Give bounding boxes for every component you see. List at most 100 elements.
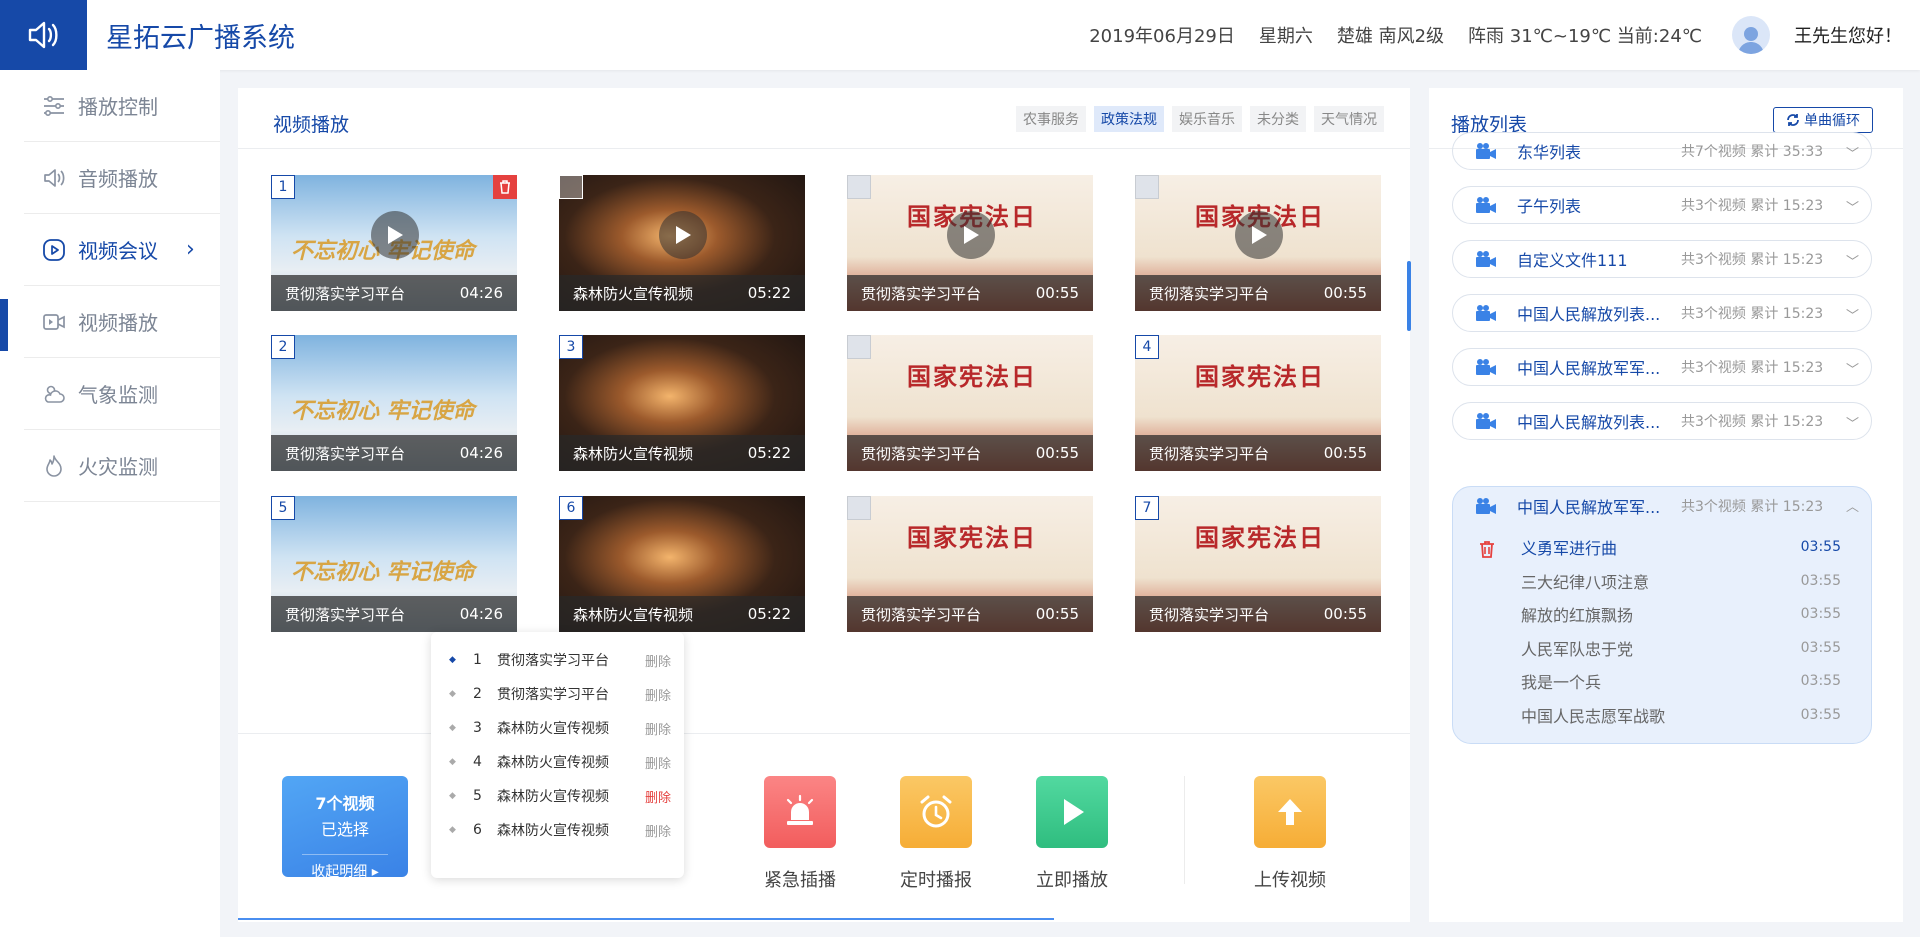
track-item[interactable]: 人民军队忠于党 03:55 — [1521, 633, 1841, 663]
tab-category-active[interactable]: 政策法规 — [1094, 106, 1164, 132]
select-checkbox[interactable] — [847, 175, 871, 199]
video-camera-icon — [1476, 498, 1496, 514]
chevron-down-icon[interactable]: ﹀ — [1846, 359, 1859, 378]
select-checkbox[interactable]: 1 — [271, 175, 295, 199]
delete-link[interactable]: 删除 — [645, 685, 671, 704]
speaker-icon — [44, 168, 65, 187]
delete-link[interactable]: 删除 — [645, 821, 671, 840]
select-checkbox[interactable]: 2 — [271, 335, 295, 359]
video-thumbnail[interactable]: 不忘初心 牢记使命 2 贯彻落实学习平台 04:26 — [271, 335, 517, 471]
track-item[interactable]: 中国人民志愿军战歌 03:55 — [1521, 700, 1841, 730]
user-greeting[interactable]: 王先生您好！ — [1794, 22, 1902, 48]
play-now-button[interactable]: 立即播放 — [1022, 776, 1122, 892]
video-thumbnail[interactable]: 森林防火宣传视频 05:22 — [559, 175, 805, 311]
weather-icon — [44, 385, 65, 403]
list-item[interactable]: ◆ 3 森林防火宣传视频 删除 — [449, 711, 671, 745]
list-item[interactable]: ◆ 1 贯彻落实学习平台 删除 — [449, 643, 671, 677]
video-thumbnail[interactable]: 国家宪法日 7 贯彻落实学习平台 00:55 — [1135, 496, 1381, 632]
track-item[interactable]: 解放的红旗飘扬 03:55 — [1521, 599, 1841, 629]
chevron-down-icon[interactable]: ﹀ — [1846, 197, 1859, 216]
video-thumbnail[interactable]: 不忘初心 牢记使命 5 贯彻落实学习平台 04:26 — [271, 496, 517, 632]
select-checkbox[interactable]: 5 — [271, 496, 295, 520]
video-thumbnail[interactable]: 国家宪法日贯彻落实学习平台00:55 — [847, 175, 1093, 311]
select-checkbox[interactable]: 4 — [1135, 335, 1159, 359]
video-thumbnail[interactable]: 3 森林防火宣传视频 05:22 — [559, 335, 805, 471]
video-thumbnail[interactable]: 国家宪法日贯彻落实学习平台00:55 — [847, 335, 1093, 471]
video-thumbnail[interactable]: 6 森林防火宣传视频 05:22 — [559, 496, 805, 632]
trash-icon[interactable] — [1477, 539, 1497, 559]
chevron-down-icon[interactable]: ﹀ — [1846, 251, 1859, 270]
select-checkbox[interactable] — [1135, 175, 1159, 199]
list-item[interactable]: ◆ 5 森林防火宣传视频 删除 — [449, 779, 671, 813]
playlist-item[interactable]: 中国人民解放列表... 共3个视频 累计 15:23 ﹀ — [1452, 402, 1872, 440]
play-overlay-icon[interactable] — [947, 211, 995, 259]
sidebar-item-video-playback[interactable]: 视频播放 — [24, 286, 220, 358]
row-index: 3 — [473, 720, 482, 736]
sort-handle-icon[interactable]: ◆ — [449, 791, 461, 801]
select-checkbox[interactable] — [559, 175, 583, 199]
chevron-up-icon[interactable]: ︿ — [1846, 496, 1859, 515]
list-item[interactable]: ◆ 4 森林防火宣传视频 删除 — [449, 745, 671, 779]
emergency-broadcast-button[interactable]: 紧急插播 — [750, 776, 850, 892]
play-icon — [1036, 776, 1108, 848]
list-item[interactable]: ◆ 6 森林防火宣传视频 删除 — [449, 813, 671, 847]
tab-category[interactable]: 未分类 — [1250, 106, 1306, 132]
select-checkbox[interactable]: 7 — [1135, 496, 1159, 520]
track-item[interactable]: 三大纪律八项注意 03:55 — [1521, 566, 1841, 596]
list-item[interactable]: ◆ 2 贯彻落实学习平台 删除 — [449, 677, 671, 711]
track-item[interactable]: 我是一个兵 03:55 — [1521, 666, 1841, 696]
sort-handle-icon[interactable]: ◆ — [449, 723, 461, 733]
delete-link[interactable]: 删除 — [645, 753, 671, 772]
select-checkbox[interactable] — [847, 335, 871, 359]
select-checkbox[interactable]: 3 — [559, 335, 583, 359]
upload-video-button[interactable]: 上传视频 — [1240, 776, 1340, 892]
playlist-item[interactable]: 子午列表 共3个视频 累计 15:23 ﹀ — [1452, 186, 1872, 224]
sidebar-item-weather[interactable]: 气象监测 — [24, 358, 220, 430]
sort-handle-icon[interactable]: ◆ — [449, 655, 461, 665]
avatar[interactable] — [1732, 16, 1770, 54]
tab-category[interactable]: 农事服务 — [1016, 106, 1086, 132]
chevron-down-icon[interactable]: ﹀ — [1846, 413, 1859, 432]
sidebar-item-audio[interactable]: 音频播放 — [24, 142, 220, 214]
play-overlay-icon[interactable] — [1235, 211, 1283, 259]
delete-link[interactable]: 删除 — [645, 651, 671, 670]
playlist-expanded[interactable]: 中国人民解放军军... 共3个视频 累计 15:23 ︿ 义勇军进行曲 03:55… — [1452, 486, 1872, 744]
video-thumbnail[interactable]: 国家宪法日 4 贯彻落实学习平台 00:55 — [1135, 335, 1381, 471]
delete-link[interactable]: 删除 — [645, 787, 671, 806]
scheduled-broadcast-button[interactable]: 定时播报 — [886, 776, 986, 892]
collapse-details-link[interactable]: 收起明细 ▸ — [302, 854, 388, 881]
chevron-down-icon[interactable]: ﹀ — [1846, 143, 1859, 162]
video-thumbnail[interactable]: 国家宪法日贯彻落实学习平台00:55 — [1135, 175, 1381, 311]
selection-summary[interactable]: 7个视频 已选择 收起明细 ▸ — [282, 776, 408, 880]
sort-handle-icon[interactable]: ◆ — [449, 757, 461, 767]
tab-category[interactable]: 娱乐音乐 — [1172, 106, 1242, 132]
sort-handle-icon[interactable]: ◆ — [449, 825, 461, 835]
video-thumbnail[interactable]: 国家宪法日贯彻落实学习平台00:55 — [847, 496, 1093, 632]
playlist-item[interactable]: 中国人民解放军军... 共3个视频 累计 15:23 ﹀ — [1452, 348, 1872, 386]
single-loop-button[interactable]: 单曲循环 — [1773, 107, 1873, 133]
delete-icon[interactable] — [493, 175, 517, 199]
play-overlay-icon[interactable] — [371, 211, 419, 259]
play-overlay-icon[interactable] — [659, 211, 707, 259]
playlist-header[interactable]: 中国人民解放军军... 共3个视频 累计 15:23 ︿ — [1453, 487, 1871, 525]
track-item[interactable]: 义勇军进行曲 03:55 — [1521, 532, 1841, 562]
scrollbar-thumb[interactable] — [1407, 261, 1411, 331]
divider — [1184, 776, 1185, 884]
action-label: 紧急插播 — [764, 870, 836, 891]
logo-speaker-icon[interactable] — [0, 0, 87, 70]
playlist-item[interactable]: 东华列表 共7个视频 累计 35:33 ﹀ — [1452, 132, 1872, 170]
select-checkbox[interactable]: 6 — [559, 496, 583, 520]
delete-link[interactable]: 删除 — [645, 719, 671, 738]
sort-handle-icon[interactable]: ◆ — [449, 689, 461, 699]
sidebar-item-video-conference[interactable]: 视频会议 › — [24, 214, 220, 286]
row-title: 贯彻落实学习平台 — [497, 687, 609, 703]
video-thumbnail[interactable]: 不忘初心 牢记使命 1 贯彻落实学习平台 04:26 — [271, 175, 517, 311]
sidebar-item-playback-control[interactable]: 播放控制 — [24, 70, 220, 142]
sidebar-item-label: 火灾监测 — [78, 455, 158, 479]
playlist-item[interactable]: 自定义文件111 共3个视频 累计 15:23 ﹀ — [1452, 240, 1872, 278]
playlist-item[interactable]: 中国人民解放列表... 共3个视频 累计 15:23 ﹀ — [1452, 294, 1872, 332]
sidebar-item-fire[interactable]: 火灾监测 — [24, 430, 220, 502]
chevron-down-icon[interactable]: ﹀ — [1846, 305, 1859, 324]
tab-category[interactable]: 天气情况 — [1314, 106, 1384, 132]
select-checkbox[interactable] — [847, 496, 871, 520]
